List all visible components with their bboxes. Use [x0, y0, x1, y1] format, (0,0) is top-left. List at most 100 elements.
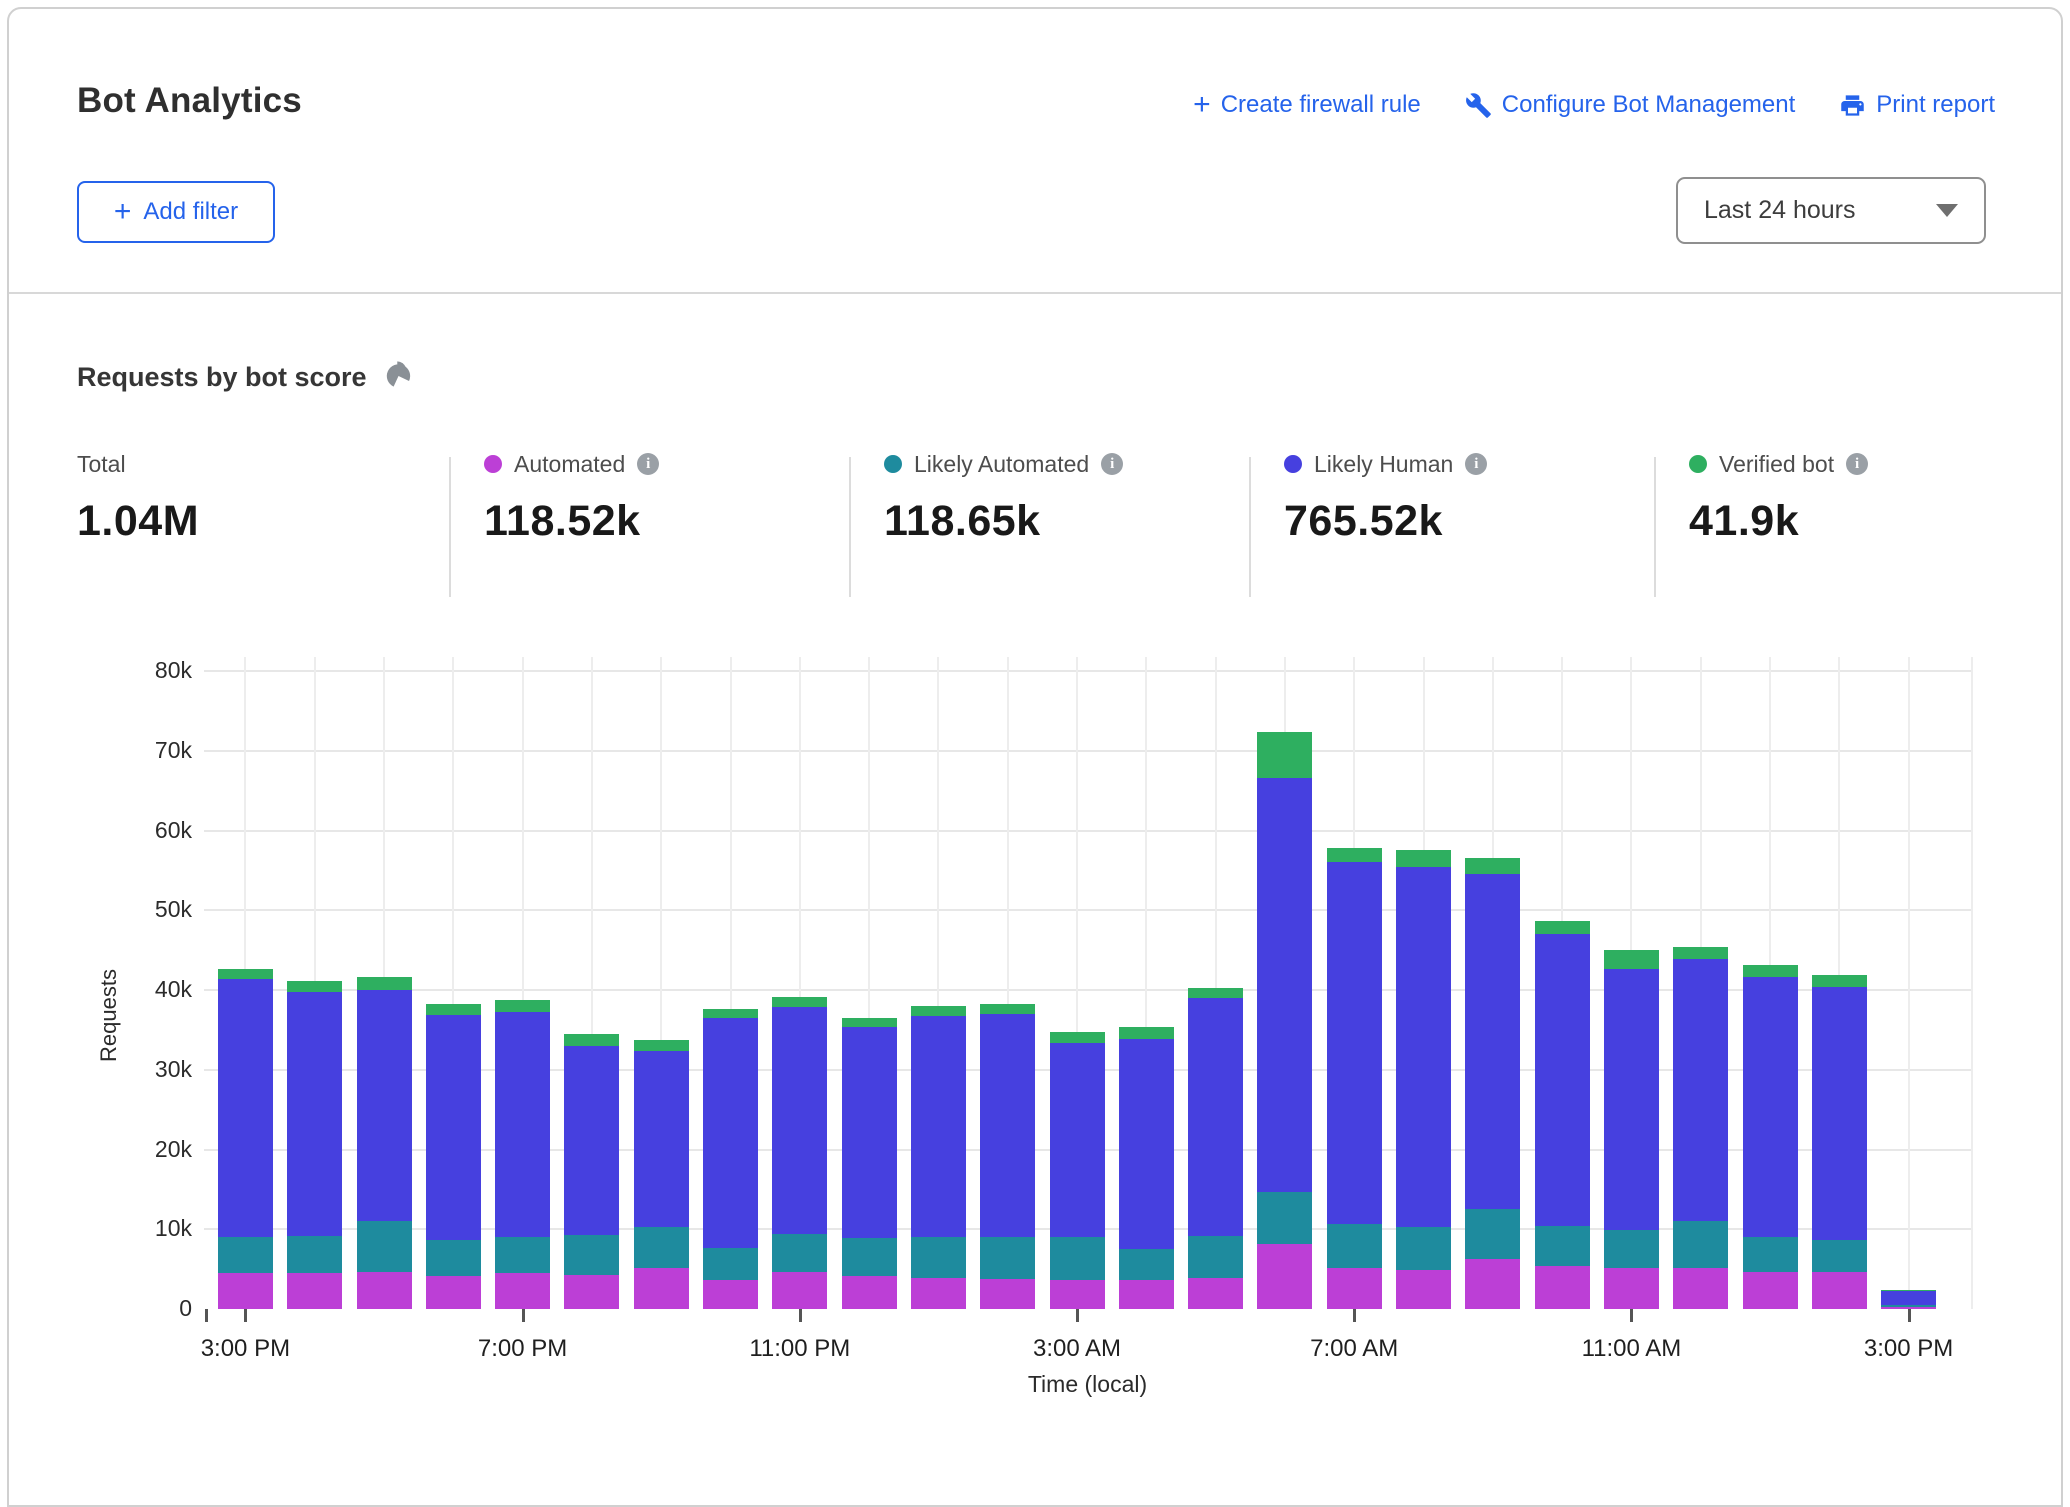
likely-human-bar-segment[interactable] — [1257, 778, 1312, 1192]
likely-human-bar-segment[interactable] — [980, 1014, 1035, 1237]
likely-human-bar-segment[interactable] — [1465, 874, 1520, 1209]
info-icon[interactable]: i — [1101, 453, 1123, 475]
info-icon[interactable]: i — [1465, 453, 1487, 475]
likely-automated-bar-segment[interactable] — [1881, 1305, 1936, 1307]
create-firewall-rule-link[interactable]: + Create firewall rule — [1193, 91, 1421, 119]
likely-automated-bar-segment[interactable] — [1604, 1230, 1659, 1267]
verified-bot-bar-segment[interactable] — [1050, 1032, 1105, 1043]
automated-bar-segment[interactable] — [842, 1276, 897, 1309]
likely-human-bar-segment[interactable] — [1743, 977, 1798, 1237]
likely-automated-bar-segment[interactable] — [1119, 1249, 1174, 1280]
likely-automated-bar-segment[interactable] — [1673, 1221, 1728, 1268]
verified-bot-bar-segment[interactable] — [357, 977, 412, 990]
likely-automated-bar-segment[interactable] — [1535, 1226, 1590, 1266]
likely-human-bar-segment[interactable] — [287, 992, 342, 1235]
verified-bot-bar-segment[interactable] — [495, 1000, 550, 1012]
verified-bot-bar-segment[interactable] — [1604, 950, 1659, 969]
likely-automated-bar-segment[interactable] — [842, 1238, 897, 1276]
verified-bot-bar-segment[interactable] — [1119, 1027, 1174, 1038]
verified-bot-bar-segment[interactable] — [564, 1034, 619, 1046]
likely-human-bar-segment[interactable] — [1188, 998, 1243, 1236]
likely-automated-bar-segment[interactable] — [911, 1237, 966, 1278]
likely-human-bar-segment[interactable] — [1535, 934, 1590, 1226]
likely-human-bar-segment[interactable] — [1673, 959, 1728, 1221]
likely-human-bar-segment[interactable] — [1812, 987, 1867, 1240]
automated-bar-segment[interactable] — [218, 1273, 273, 1309]
likely-automated-bar-segment[interactable] — [287, 1236, 342, 1273]
automated-bar-segment[interactable] — [1604, 1268, 1659, 1309]
automated-bar-segment[interactable] — [980, 1279, 1035, 1309]
verified-bot-bar-segment[interactable] — [980, 1004, 1035, 1014]
likely-human-bar-segment[interactable] — [564, 1046, 619, 1235]
likely-automated-bar-segment[interactable] — [1327, 1224, 1382, 1268]
automated-bar-segment[interactable] — [1535, 1266, 1590, 1309]
verified-bot-bar-segment[interactable] — [703, 1009, 758, 1018]
likely-automated-bar-segment[interactable] — [634, 1227, 689, 1268]
verified-bot-bar-segment[interactable] — [1743, 965, 1798, 977]
likely-human-bar-segment[interactable] — [703, 1018, 758, 1248]
automated-bar-segment[interactable] — [1119, 1280, 1174, 1309]
verified-bot-bar-segment[interactable] — [1257, 732, 1312, 778]
likely-automated-bar-segment[interactable] — [357, 1221, 412, 1271]
likely-automated-bar-segment[interactable] — [495, 1237, 550, 1273]
automated-bar-segment[interactable] — [911, 1278, 966, 1309]
likely-human-bar-segment[interactable] — [218, 979, 273, 1237]
configure-bot-management-link[interactable]: Configure Bot Management — [1465, 91, 1796, 119]
automated-bar-segment[interactable] — [1465, 1259, 1520, 1309]
verified-bot-bar-segment[interactable] — [1673, 947, 1728, 959]
likely-automated-bar-segment[interactable] — [1257, 1192, 1312, 1245]
verified-bot-bar-segment[interactable] — [287, 981, 342, 992]
likely-human-bar-segment[interactable] — [634, 1051, 689, 1226]
likely-human-bar-segment[interactable] — [1881, 1291, 1936, 1305]
likely-automated-bar-segment[interactable] — [218, 1237, 273, 1273]
verified-bot-bar-segment[interactable] — [1465, 858, 1520, 874]
automated-bar-segment[interactable] — [287, 1273, 342, 1309]
automated-bar-segment[interactable] — [634, 1268, 689, 1309]
verified-bot-bar-segment[interactable] — [634, 1040, 689, 1051]
likely-human-bar-segment[interactable] — [911, 1016, 966, 1237]
automated-bar-segment[interactable] — [1881, 1307, 1936, 1309]
likely-human-bar-segment[interactable] — [1050, 1043, 1105, 1237]
likely-automated-bar-segment[interactable] — [703, 1248, 758, 1281]
verified-bot-bar-segment[interactable] — [1535, 921, 1590, 935]
automated-bar-segment[interactable] — [1257, 1244, 1312, 1309]
verified-bot-bar-segment[interactable] — [426, 1004, 481, 1015]
likely-automated-bar-segment[interactable] — [564, 1235, 619, 1275]
info-icon[interactable]: i — [1846, 453, 1868, 475]
automated-bar-segment[interactable] — [357, 1272, 412, 1309]
likely-human-bar-segment[interactable] — [842, 1027, 897, 1238]
likely-automated-bar-segment[interactable] — [1812, 1240, 1867, 1273]
likely-automated-bar-segment[interactable] — [772, 1234, 827, 1272]
likely-automated-bar-segment[interactable] — [1188, 1236, 1243, 1277]
likely-human-bar-segment[interactable] — [772, 1007, 827, 1234]
automated-bar-segment[interactable] — [1050, 1280, 1105, 1309]
verified-bot-bar-segment[interactable] — [218, 969, 273, 979]
add-filter-button[interactable]: + Add filter — [77, 181, 275, 243]
likely-human-bar-segment[interactable] — [1119, 1039, 1174, 1250]
automated-bar-segment[interactable] — [1812, 1272, 1867, 1309]
info-icon[interactable]: i — [637, 453, 659, 475]
likely-automated-bar-segment[interactable] — [1050, 1237, 1105, 1280]
likely-human-bar-segment[interactable] — [1396, 867, 1451, 1227]
likely-automated-bar-segment[interactable] — [1465, 1209, 1520, 1258]
verified-bot-bar-segment[interactable] — [842, 1018, 897, 1027]
automated-bar-segment[interactable] — [772, 1272, 827, 1309]
verified-bot-bar-segment[interactable] — [911, 1006, 966, 1016]
automated-bar-segment[interactable] — [703, 1280, 758, 1309]
automated-bar-segment[interactable] — [1188, 1278, 1243, 1309]
verified-bot-bar-segment[interactable] — [772, 997, 827, 1007]
automated-bar-segment[interactable] — [426, 1276, 481, 1309]
automated-bar-segment[interactable] — [1743, 1272, 1798, 1309]
likely-human-bar-segment[interactable] — [1604, 969, 1659, 1230]
time-range-select[interactable]: Last 24 hours — [1676, 177, 1986, 244]
verified-bot-bar-segment[interactable] — [1327, 848, 1382, 862]
likely-human-bar-segment[interactable] — [357, 990, 412, 1221]
print-report-link[interactable]: Print report — [1839, 91, 1995, 119]
verified-bot-bar-segment[interactable] — [1396, 850, 1451, 867]
automated-bar-segment[interactable] — [1396, 1270, 1451, 1309]
likely-human-bar-segment[interactable] — [1327, 862, 1382, 1223]
likely-automated-bar-segment[interactable] — [1396, 1227, 1451, 1270]
automated-bar-segment[interactable] — [495, 1273, 550, 1309]
automated-bar-segment[interactable] — [1673, 1268, 1728, 1309]
likely-automated-bar-segment[interactable] — [980, 1237, 1035, 1278]
